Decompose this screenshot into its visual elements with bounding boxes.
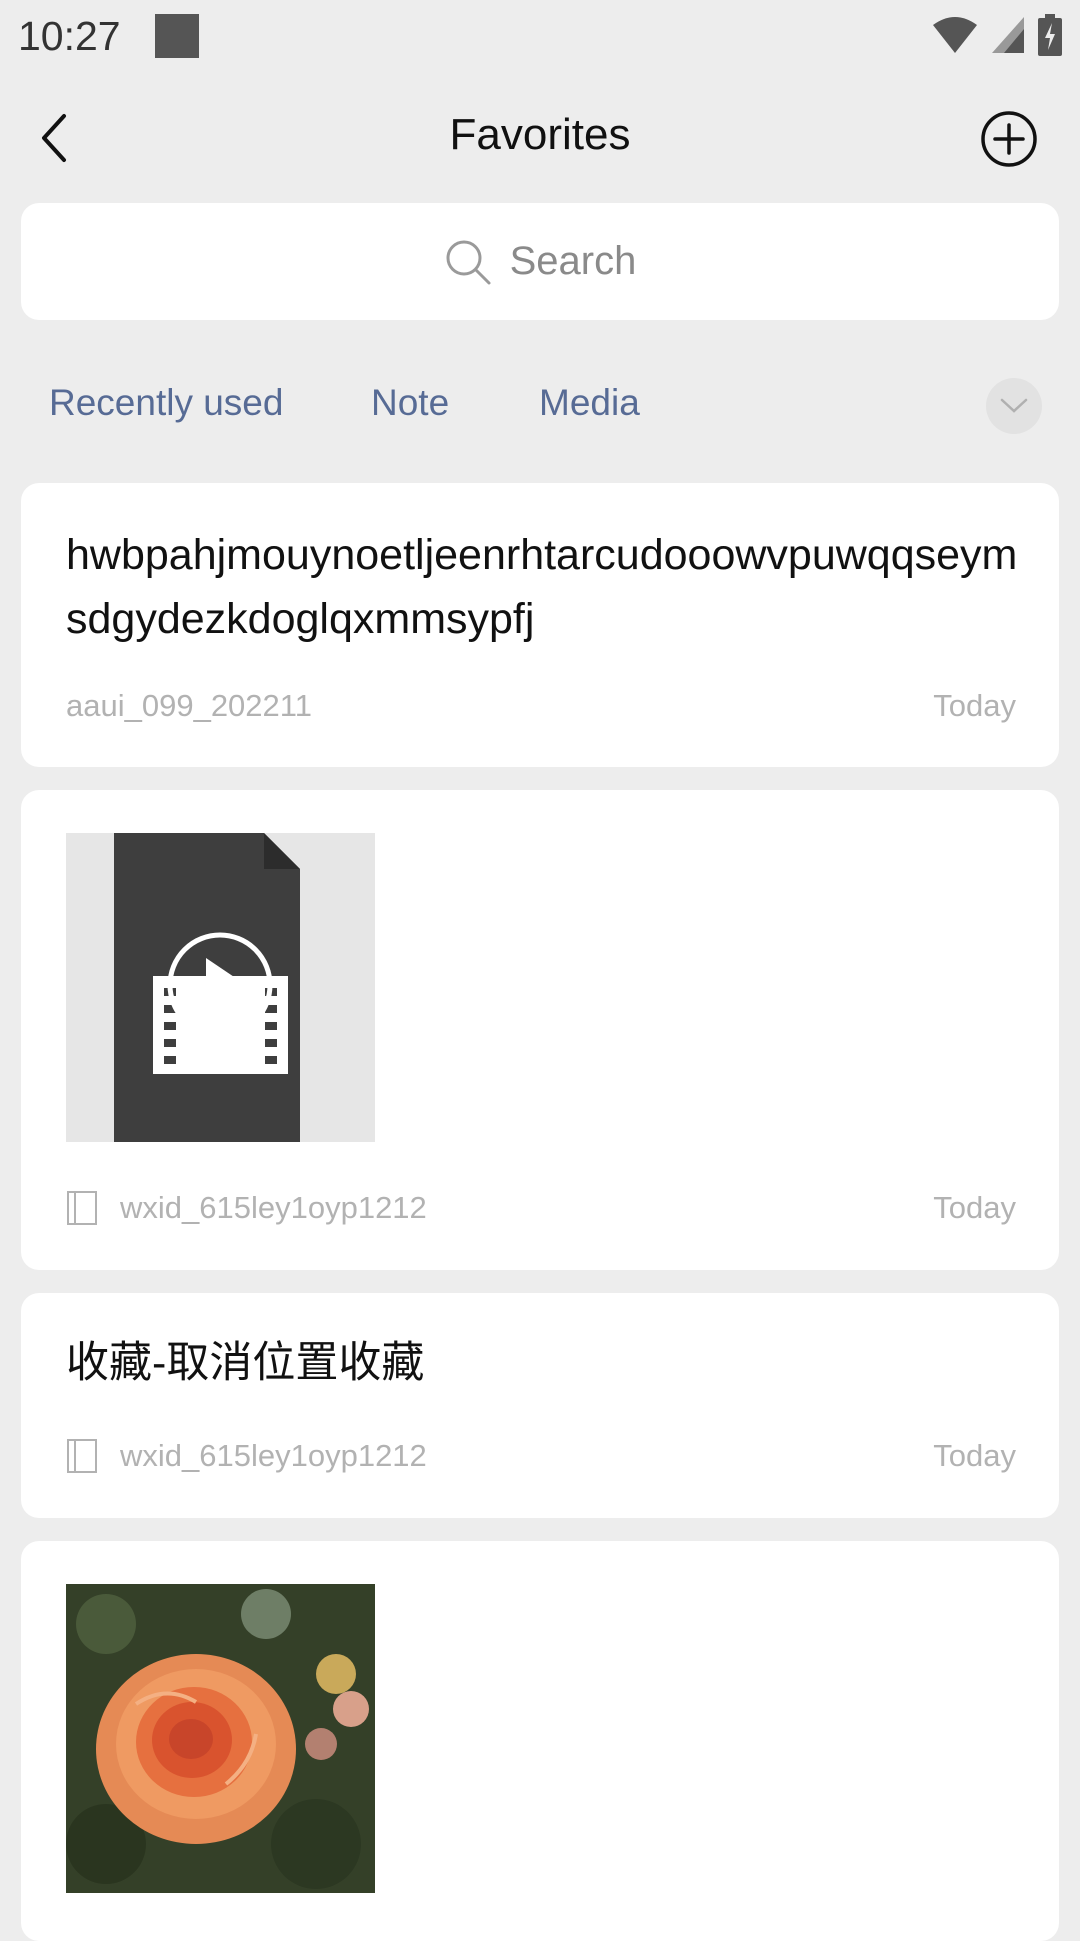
item-date: Today [933,688,1016,723]
item-text: 收藏-取消位置收藏 [66,1339,425,1387]
add-favorite-button[interactable] [980,110,1038,168]
video-file-icon [114,833,300,1142]
item-date: Today [933,1438,1016,1473]
image-thumbnail[interactable] [66,1584,375,1893]
video-thumbnail[interactable] [66,833,375,1142]
notebook-icon [67,1439,97,1473]
tab-recently-used[interactable]: Recently used [49,382,283,424]
rose-photo [66,1584,375,1893]
wifi-icon [933,17,977,53]
item-source: aaui_099_202211 [66,688,312,724]
chevron-down-icon [1000,398,1028,413]
item-text: hwbpahjmouynoetljeenrhtarcudooowvpuwqqse… [66,531,1018,643]
tab-media[interactable]: Media [539,382,640,424]
status-time: 10:27 [18,12,121,59]
plus-circle-icon [981,111,1037,167]
navigation-bar: Favorites [0,90,1080,186]
item-date: Today [933,1190,1016,1225]
category-tabs: Recently used Note Media [0,370,1080,440]
favorite-item-text[interactable]: hwbpahjmouynoetljeenrhtarcudooowvpuwqqse… [21,483,1059,767]
favorite-item-text[interactable]: 收藏-取消位置收藏 wxid_615ley1oyp1212 Today [21,1293,1059,1518]
battery-charging-icon [1038,14,1062,56]
item-source-name: aaui_099_202211 [66,688,312,723]
tab-note[interactable]: Note [371,382,449,424]
page-title: Favorites [449,110,631,159]
notebook-icon [67,1191,97,1225]
status-bar: 10:27 [0,0,1080,72]
item-source: wxid_615ley1oyp1212 [66,1190,427,1226]
more-categories-button[interactable] [986,378,1042,434]
search-placeholder: Search [509,239,637,283]
item-source-name: wxid_615ley1oyp1212 [120,1190,427,1225]
notification-app-icon [154,14,199,58]
cellular-signal-icon [992,17,1024,53]
favorite-item-video[interactable]: wxid_615ley1oyp1212 Today [21,790,1059,1270]
item-source-name: wxid_615ley1oyp1212 [120,1438,427,1473]
favorite-item-image[interactable] [21,1541,1059,1941]
status-icons [932,14,1062,56]
search-bar[interactable]: Search [21,203,1059,320]
item-source: wxid_615ley1oyp1212 [66,1438,427,1474]
search-icon [446,240,491,284]
